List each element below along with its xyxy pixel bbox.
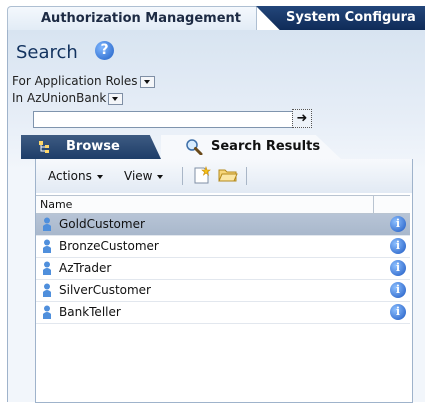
search-panel: Search ? For Application Roles In AzUnio…	[7, 30, 425, 403]
tab-authorization-management[interactable]: Authorization Management	[7, 6, 257, 30]
table-row[interactable]: AzTrader i	[36, 258, 410, 280]
open-folder-icon[interactable]	[218, 166, 238, 184]
view-menu-label: View	[124, 169, 153, 183]
for-label: For	[12, 74, 31, 88]
user-icon	[43, 305, 51, 319]
results-toolbar: Actions View	[36, 159, 412, 193]
help-icon[interactable]: ?	[95, 41, 114, 60]
row-name: SilverCustomer	[59, 283, 151, 297]
column-header-row: Name	[36, 195, 410, 214]
table-row[interactable]: SilverCustomer i	[36, 280, 410, 302]
actions-menu-label: Actions	[48, 169, 92, 183]
for-select[interactable]: Application Roles	[35, 74, 138, 88]
user-icon	[43, 239, 51, 253]
in-row: In AzUnionBank	[12, 91, 124, 105]
info-icon[interactable]: i	[390, 216, 406, 232]
view-menu[interactable]: View	[124, 169, 164, 183]
toolbar-divider	[182, 167, 183, 185]
magnifier-icon	[186, 139, 203, 155]
info-icon[interactable]: i	[390, 282, 406, 298]
new-item-icon[interactable]	[192, 166, 212, 184]
row-name: BronzeCustomer	[59, 239, 159, 253]
tab-system-configuration[interactable]: System Configura	[256, 6, 425, 30]
column-header-name[interactable]: Name	[40, 196, 72, 213]
search-input[interactable]	[33, 111, 293, 128]
table-row[interactable]: BronzeCustomer i	[36, 236, 410, 258]
tab-search-results[interactable]: Search Results	[161, 135, 341, 159]
table-row[interactable]: GoldCustomer i	[36, 214, 410, 236]
row-name: BankTeller	[59, 305, 121, 319]
info-icon[interactable]: i	[390, 238, 406, 254]
for-row: For Application Roles	[12, 74, 155, 88]
row-name: GoldCustomer	[59, 217, 145, 231]
results-list-panel: Actions View Name GoldCustomer i BronzeC…	[35, 159, 413, 403]
user-icon	[43, 283, 51, 297]
info-icon[interactable]: i	[390, 260, 406, 276]
in-label: In	[12, 91, 24, 105]
tab-browse-label: Browse	[66, 139, 120, 154]
actions-menu[interactable]: Actions	[48, 169, 103, 183]
in-select[interactable]: AzUnionBank	[27, 91, 106, 105]
user-icon	[43, 261, 51, 275]
in-dropdown-button[interactable]	[108, 92, 124, 105]
chevron-down-icon	[157, 174, 164, 179]
chevron-down-icon	[96, 174, 103, 179]
top-tab-bar: Authorization Management System Configur…	[0, 0, 425, 30]
tab-browse[interactable]: Browse	[21, 135, 161, 159]
browse-icon	[39, 141, 49, 153]
row-name: AzTrader	[59, 261, 112, 275]
info-icon[interactable]: i	[390, 304, 406, 320]
for-dropdown-button[interactable]	[139, 75, 155, 88]
user-icon	[43, 217, 51, 231]
search-go-button[interactable]: ➜	[292, 109, 312, 128]
table-row[interactable]: BankTeller i	[36, 302, 410, 324]
search-heading: Search	[16, 42, 78, 63]
results-rows: GoldCustomer i BronzeCustomer i AzTrader…	[36, 214, 410, 324]
toolbar-divider	[246, 167, 247, 185]
column-divider	[373, 196, 374, 213]
tab-results-label: Search Results	[211, 139, 321, 154]
